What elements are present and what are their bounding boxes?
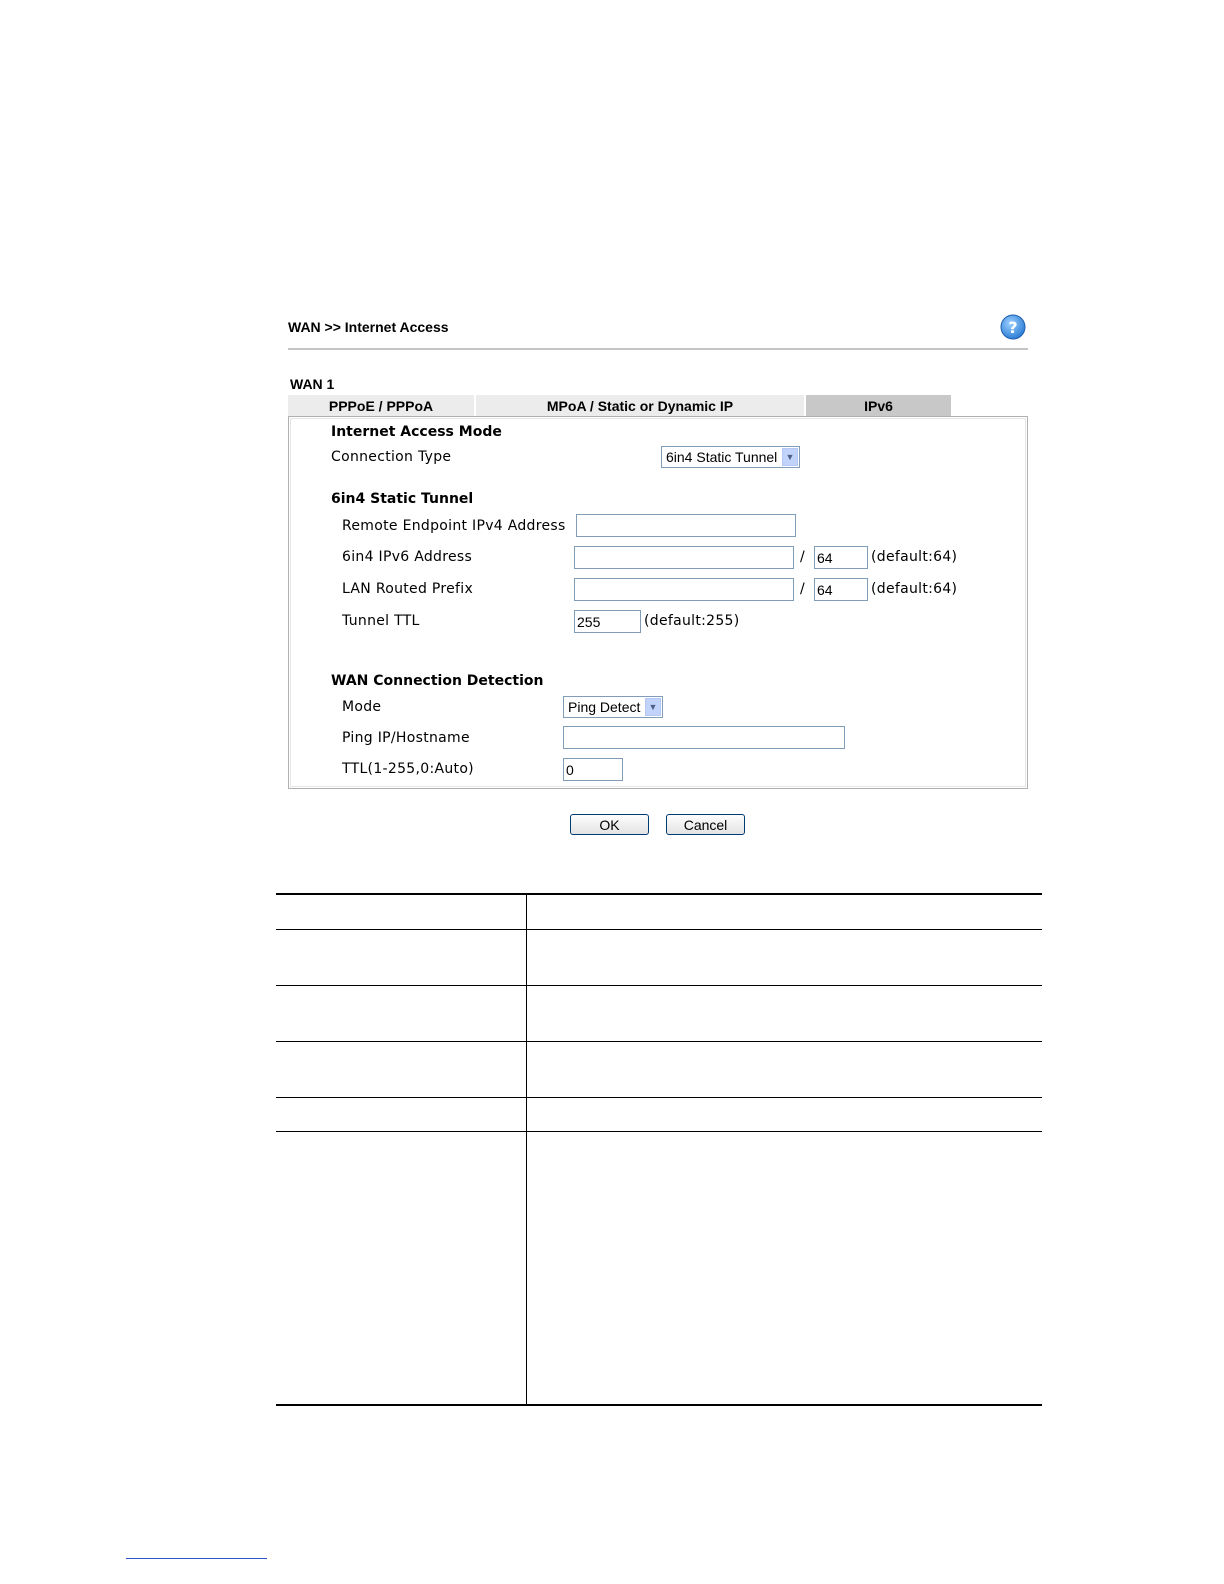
tunnel-ttl-label: Tunnel TTL [342, 613, 420, 629]
ping-host-input[interactable] [563, 726, 845, 749]
ipv6-address-label: 6in4 IPv6 Address [342, 549, 473, 565]
help-icon[interactable]: ? [1000, 314, 1026, 340]
tunnel-ttl-default: (default:255) [644, 613, 740, 629]
detection-mode-value: Ping Detect [568, 699, 641, 715]
ipv6-slash: / [800, 549, 806, 565]
detection-mode-select[interactable]: Ping Detect ▼ [563, 696, 663, 718]
tab-pppoe[interactable]: PPPoE / PPPoA [288, 395, 475, 416]
detection-ttl-label: TTL(1-255,0:Auto) [342, 761, 474, 777]
chevron-down-icon: ▼ [782, 448, 798, 466]
ping-host-label: Ping IP/Hostname [342, 730, 470, 746]
connection-type-select[interactable]: 6in4 Static Tunnel ▼ [661, 446, 800, 468]
wan-label: WAN 1 [290, 376, 335, 392]
ipv6-address-input[interactable] [574, 546, 794, 569]
table-bottom-rule [276, 1404, 1042, 1406]
header-divider [288, 348, 1028, 350]
ok-button[interactable]: OK [570, 814, 649, 835]
lan-prefix-default: (default:64) [871, 581, 958, 597]
lan-prefix-length-input[interactable] [814, 578, 868, 601]
lan-prefix-label: LAN Routed Prefix [342, 581, 474, 597]
detection-heading: WAN Connection Detection [331, 673, 544, 689]
table-row-divider [276, 929, 1042, 930]
remote-endpoint-input[interactable] [576, 514, 796, 537]
table-row-divider [276, 1041, 1042, 1042]
cancel-button[interactable]: Cancel [666, 814, 745, 835]
tab-ipv6[interactable]: IPv6 [806, 395, 952, 416]
connection-type-value: 6in4 Static Tunnel [666, 449, 778, 465]
table-row-divider [276, 1131, 1042, 1132]
table-row-divider [276, 1097, 1042, 1098]
chevron-down-icon: ▼ [645, 698, 661, 716]
detection-ttl-input[interactable] [563, 758, 623, 781]
table-top-rule [276, 893, 1042, 895]
access-mode-heading: Internet Access Mode [331, 424, 502, 440]
lan-prefix-input[interactable] [574, 578, 794, 601]
lan-prefix-slash: / [800, 581, 806, 597]
footer-link-underline[interactable] [126, 1558, 267, 1559]
tunnel-heading: 6in4 Static Tunnel [331, 491, 474, 507]
svg-text:?: ? [1008, 318, 1017, 337]
ipv6-prefix-default: (default:64) [871, 549, 958, 565]
page-title: WAN >> Internet Access [288, 319, 449, 335]
table-row-divider [276, 985, 1042, 986]
table-column-divider [526, 895, 527, 1404]
connection-type-label: Connection Type [331, 449, 452, 465]
detection-mode-label: Mode [342, 699, 382, 715]
remote-endpoint-label: Remote Endpoint IPv4 Address [342, 518, 566, 534]
ipv6-prefix-length-input[interactable] [814, 546, 868, 569]
tunnel-ttl-input[interactable] [574, 610, 641, 633]
tab-mpoa[interactable]: MPoA / Static or Dynamic IP [476, 395, 805, 416]
